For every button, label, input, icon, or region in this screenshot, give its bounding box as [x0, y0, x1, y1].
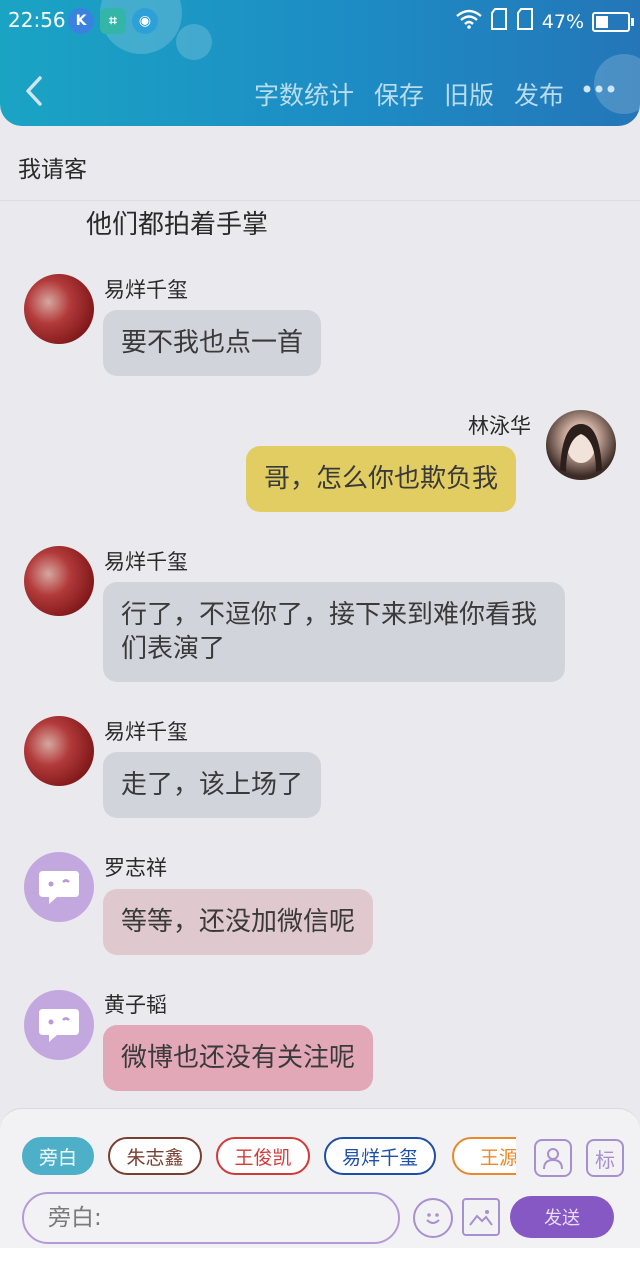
old-version-button[interactable]: 旧版: [444, 76, 494, 112]
role-selector: 旁白 朱志鑫 王俊凯 易烊千玺 王源: [22, 1137, 516, 1179]
message-bubble[interactable]: 等等，还没加微信呢: [103, 889, 374, 955]
status-bar: 22:56 K ⌗ ◉ 47%: [0, 0, 640, 44]
sim1-icon: [490, 8, 508, 35]
nav-bar: 字数统计 保存 旧版 发布: [0, 60, 640, 126]
role-chip[interactable]: 王源: [452, 1137, 516, 1175]
word-count-button[interactable]: 字数统计: [254, 76, 354, 112]
role-chip[interactable]: 王俊凯: [216, 1137, 310, 1175]
add-role-icon[interactable]: [534, 1139, 572, 1177]
chat-bubble-icon: [39, 1009, 79, 1042]
sender-name: 易烊千玺: [104, 720, 188, 744]
portrait-icon: [560, 424, 602, 472]
message-bubble[interactable]: 微博也还没有关注呢: [103, 1025, 374, 1091]
avatar[interactable]: [24, 546, 94, 616]
role-chip[interactable]: 朱志鑫: [108, 1137, 202, 1175]
more-icon[interactable]: [582, 74, 616, 111]
scan-app-icon: ⌗: [100, 8, 126, 34]
avatar[interactable]: [24, 852, 94, 922]
battery-icon: [592, 11, 634, 32]
send-button[interactable]: 发送: [510, 1196, 614, 1238]
sender-name: 林泳华: [468, 414, 531, 438]
battery-percent: 47%: [541, 10, 584, 33]
chat-title: 我请客: [18, 157, 87, 183]
sender-name: 罗志祥: [104, 856, 167, 880]
back-icon[interactable]: [22, 74, 50, 108]
tag-button[interactable]: 标: [586, 1139, 624, 1177]
avatar[interactable]: [546, 410, 616, 480]
narration-text: 他们都拍着手掌: [86, 210, 269, 240]
basketball-app-icon: ◉: [132, 8, 158, 34]
sender-name: 易烊千玺: [104, 550, 188, 574]
message-bubble[interactable]: 走了，该上场了: [103, 752, 322, 818]
image-icon[interactable]: [462, 1198, 500, 1236]
emoji-icon[interactable]: [413, 1198, 453, 1238]
system-nav-bar: [0, 1248, 640, 1280]
header: 22:56 K ⌗ ◉ 47% 字数统计 保存 旧版 发布: [0, 0, 640, 126]
avatar[interactable]: [24, 274, 94, 344]
role-chip[interactable]: 易烊千玺: [324, 1137, 436, 1175]
chat-bubble-icon: [39, 871, 79, 904]
k-app-icon: K: [68, 8, 94, 34]
status-time: 22:56: [8, 8, 66, 32]
avatar[interactable]: [24, 716, 94, 786]
message-input[interactable]: 旁白:: [22, 1192, 400, 1244]
sender-name: 黄子韬: [104, 993, 167, 1017]
composer-panel: 旁白 朱志鑫 王俊凯 易烊千玺 王源 标 旁白: 发送: [0, 1108, 640, 1249]
sender-name: 易烊千玺: [104, 278, 188, 302]
avatar[interactable]: [24, 990, 94, 1060]
publish-button[interactable]: 发布: [514, 76, 564, 112]
sim2-icon: [516, 8, 534, 35]
message-bubble[interactable]: 行了，不逗你了，接下来到难你看我们表演了: [103, 582, 565, 682]
wifi-icon: [455, 9, 482, 34]
save-button[interactable]: 保存: [374, 76, 424, 112]
message-bubble[interactable]: 哥，怎么你也欺负我: [246, 446, 517, 512]
role-chip-narrator[interactable]: 旁白: [22, 1137, 94, 1175]
message-bubble[interactable]: 要不我也点一首: [103, 310, 322, 376]
divider: [0, 200, 640, 201]
